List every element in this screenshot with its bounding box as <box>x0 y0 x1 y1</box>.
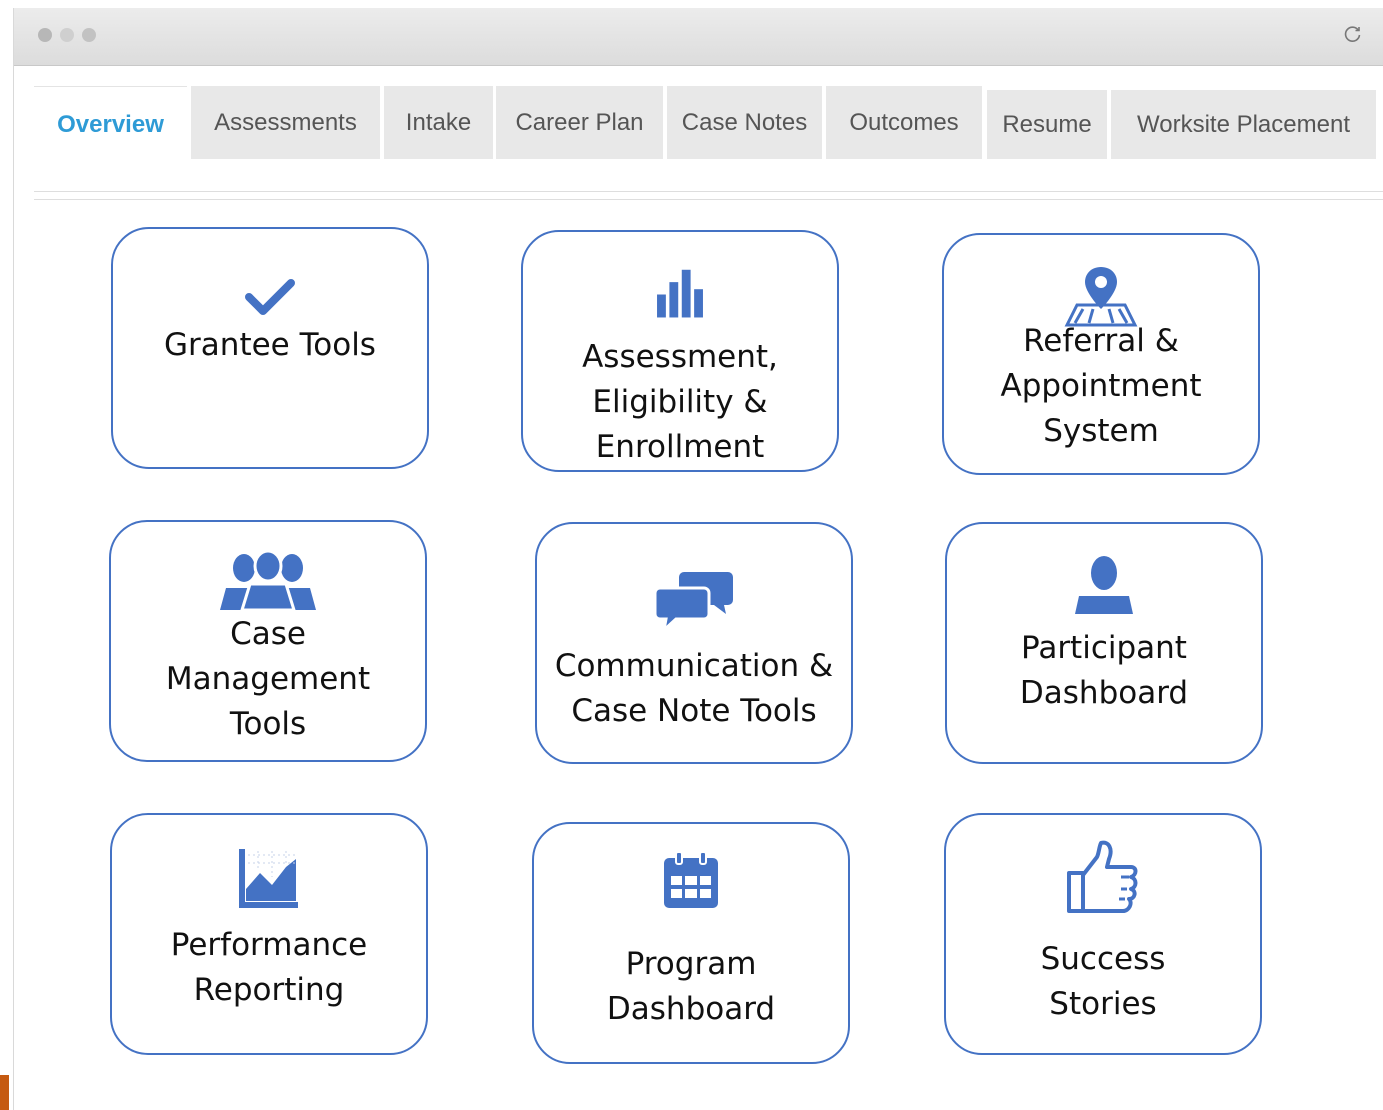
minimize-window-button[interactable] <box>60 28 74 42</box>
tab-worksite-placement[interactable]: Worksite Placement <box>1111 90 1376 159</box>
card-success-stories[interactable]: Success Stories <box>944 813 1262 1055</box>
card-label: Communication & Case Note Tools <box>554 648 834 729</box>
tab-assessments[interactable]: Assessments <box>191 86 380 159</box>
tab-label: Career Plan <box>515 108 644 136</box>
thumbs-up-icon <box>1067 840 1138 913</box>
card-label: Success Stories <box>1040 941 1166 1022</box>
reload-icon[interactable] <box>1343 24 1363 44</box>
card-assessment-eligibility-enrollment[interactable]: Assessment, Eligibility & Enrollment <box>521 230 839 472</box>
map-pin-icon <box>1064 267 1138 327</box>
tab-label: Outcomes <box>849 108 959 136</box>
tab-label: Assessments <box>214 108 357 136</box>
card-communication-case-note-tools[interactable]: Communication & Case Note Tools <box>535 522 853 764</box>
chat-bubbles-icon <box>654 572 733 632</box>
divider <box>34 191 1383 192</box>
card-label: Performance Reporting <box>170 927 368 1008</box>
card-label: Participant Dashboard <box>1019 630 1189 711</box>
area-chart-icon <box>239 849 298 908</box>
card-label: Grantee Tools <box>164 327 376 363</box>
tab-career-plan[interactable]: Career Plan <box>496 86 663 159</box>
tab-outcomes[interactable]: Outcomes <box>826 86 982 159</box>
tab-label: Intake <box>405 108 472 136</box>
card-grantee-tools[interactable]: Grantee Tools <box>111 227 429 469</box>
card-referral-appointment-system[interactable]: Referral & Appointment System <box>942 233 1260 475</box>
card-case-management-tools[interactable]: Case Management Tools <box>109 520 427 762</box>
calendar-icon <box>664 852 718 908</box>
tab-resume[interactable]: Resume <box>987 90 1107 159</box>
group-icon <box>220 552 316 612</box>
tab-case-notes[interactable]: Case Notes <box>667 86 822 159</box>
tab-label: Worksite Placement <box>1137 110 1350 138</box>
zoom-window-button[interactable] <box>82 28 96 42</box>
person-icon <box>1075 556 1133 614</box>
card-participant-dashboard[interactable]: Participant Dashboard <box>945 522 1263 764</box>
tab-overview[interactable]: Overview <box>34 86 187 162</box>
card-label: Referral & Appointment System <box>1000 323 1202 449</box>
tab-label: Resume <box>1002 110 1092 138</box>
tab-label: Overview <box>57 110 164 138</box>
tab-intake[interactable]: Intake <box>384 86 493 159</box>
title-bar <box>14 8 1383 66</box>
slide-accent-bar <box>0 1075 9 1110</box>
card-label: Assessment, Eligibility & Enrollment <box>582 339 778 465</box>
card-performance-reporting[interactable]: Performance Reporting <box>110 813 428 1055</box>
card-label: Case Management Tools <box>165 616 371 742</box>
tab-label: Case Notes <box>681 108 808 136</box>
card-program-dashboard[interactable]: Program Dashboard <box>532 822 850 1064</box>
close-window-button[interactable] <box>38 28 52 42</box>
checkmark-icon <box>245 279 295 315</box>
divider <box>34 199 1383 200</box>
card-label: Program Dashboard <box>606 946 776 1027</box>
bar-chart-icon <box>657 269 703 318</box>
